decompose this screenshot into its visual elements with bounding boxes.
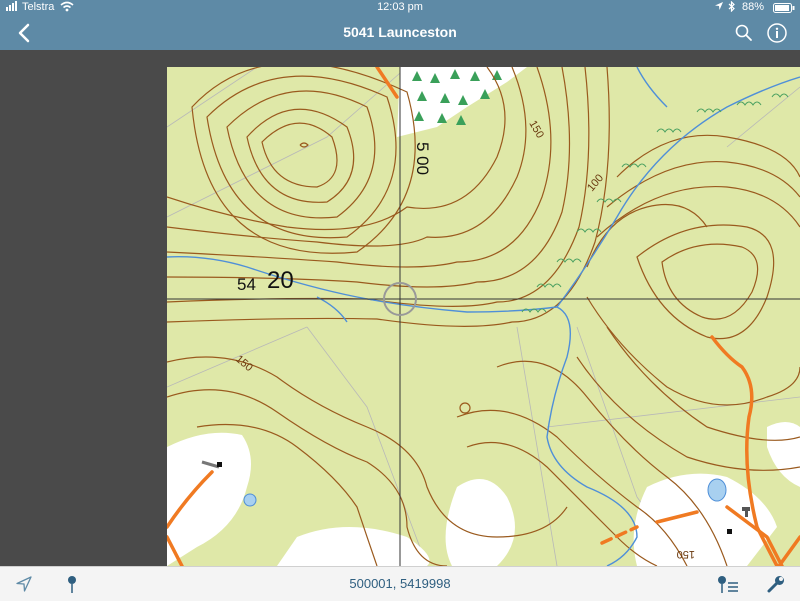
map-canvas: 5 00 54 20 150 100 150 150	[167, 67, 800, 566]
battery-icon	[773, 3, 795, 16]
search-icon[interactable]	[734, 23, 754, 43]
bluetooth-icon	[728, 0, 736, 15]
grid-label-northing: 20	[267, 267, 294, 294]
status-bar: Telstra 12:03 pm 88%	[0, 0, 800, 16]
vegetation-symbols	[521, 93, 789, 313]
wrench-icon[interactable]	[766, 574, 786, 594]
pin-list-icon[interactable]	[716, 574, 740, 594]
contour-label: 150	[526, 119, 546, 141]
coordinates-readout: 500001, 5419998	[349, 576, 451, 591]
battery-percent: 88%	[742, 1, 765, 13]
time-label: 12:03 pm	[377, 1, 423, 13]
contour-label: 150	[233, 353, 255, 374]
navigation-bar: 5041 Launceston	[0, 16, 800, 50]
grid-label-northing-prefix: 54	[237, 275, 256, 294]
map-background-area	[0, 50, 167, 566]
grid-label-easting: 5 00	[413, 142, 432, 175]
page-title: 5041 Launceston	[343, 24, 457, 40]
info-icon[interactable]	[766, 22, 788, 44]
contour-label: 100	[585, 172, 606, 194]
contour-label: 150	[677, 548, 695, 560]
location-services-icon	[714, 1, 724, 14]
topographic-map[interactable]: 5 00 54 20 150 100 150 150	[167, 67, 800, 566]
bottom-toolbar: 500001, 5419998	[0, 566, 800, 601]
